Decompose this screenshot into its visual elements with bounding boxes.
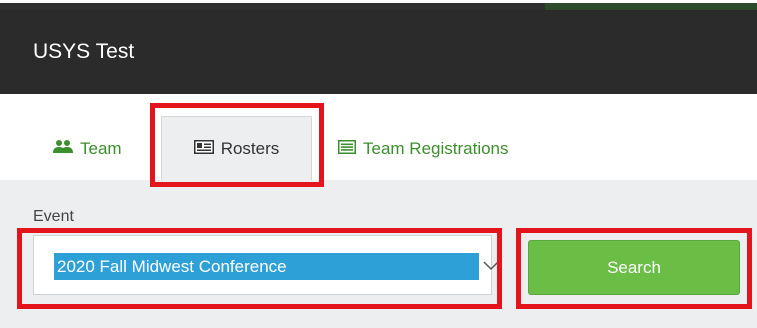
roster-search-panel: Event 2020 Fall Midwest Conference Searc… (0, 180, 757, 328)
users-icon (53, 139, 73, 160)
event-select-value: 2020 Fall Midwest Conference (54, 253, 479, 280)
event-select[interactable]: 2020 Fall Midwest Conference (33, 235, 499, 295)
app-title: USYS Test (33, 40, 135, 63)
app-header: USYS Test (0, 10, 757, 94)
top-strip-dark (0, 3, 545, 10)
chevron-down-icon (483, 258, 499, 276)
tab-team-registrations-label: Team Registrations (363, 139, 509, 158)
search-button[interactable]: Search (528, 240, 740, 295)
tab-rosters-label: Rosters (220, 138, 280, 158)
event-label: Event (33, 208, 74, 225)
id-card-icon (193, 139, 214, 159)
tab-team[interactable]: Team (53, 118, 122, 180)
top-strip (0, 0, 757, 10)
tab-team-registrations[interactable]: Team Registrations (338, 118, 509, 180)
tab-rosters[interactable]: Rosters (161, 116, 312, 180)
list-icon (338, 139, 356, 159)
top-strip-green (545, 3, 757, 10)
tab-team-label: Team (80, 139, 122, 158)
tab-bar: Team Rosters Team Registrations (0, 94, 757, 181)
